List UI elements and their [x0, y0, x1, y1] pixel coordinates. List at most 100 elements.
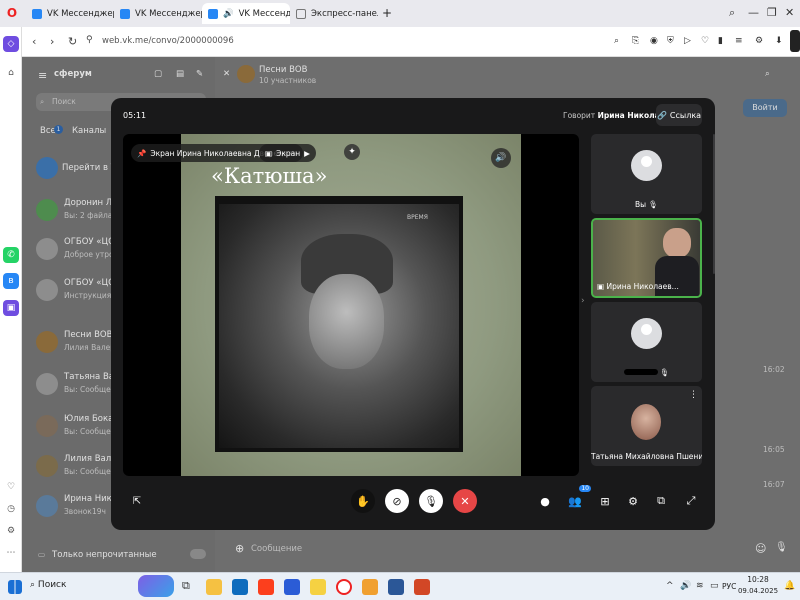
app-icon[interactable]: [362, 579, 378, 595]
yandex-browser-icon[interactable]: [284, 579, 300, 595]
sound-icon[interactable]: 🔊: [491, 148, 511, 168]
clock-date: 09.04.2025: [737, 587, 779, 595]
reload-icon[interactable]: ↻: [68, 35, 77, 48]
avatar: [36, 279, 58, 301]
language-indicator[interactable]: РУС: [722, 582, 736, 591]
screen-share-video[interactable]: «Катюша» ВРЕМЯ 📌 Экран Ирина Николаевна …: [123, 134, 579, 476]
notifications-icon[interactable]: 🔔: [784, 581, 795, 591]
yandex-icon[interactable]: [258, 579, 274, 595]
speaker-icon[interactable]: 🔊: [680, 581, 691, 591]
search-icon[interactable]: ⌕: [765, 69, 770, 79]
participants-button[interactable]: 👥 10: [563, 485, 591, 513]
extensions-icon[interactable]: ⚙: [755, 36, 763, 46]
minimize-call-icon[interactable]: ⇱: [125, 489, 149, 513]
toggle-mic-button[interactable]: 🎙: [419, 489, 443, 513]
unread-only-label: Только непрочитанные: [52, 550, 157, 560]
powerpoint-icon[interactable]: [414, 579, 430, 595]
widgets-icon[interactable]: [138, 575, 174, 597]
chat-button[interactable]: ●: [533, 489, 557, 513]
task-view-icon[interactable]: ⧉: [182, 579, 198, 595]
scrollbar-handle[interactable]: [790, 30, 800, 52]
play-icon[interactable]: ▷: [684, 36, 691, 46]
close-window-icon[interactable]: ✕: [785, 6, 794, 19]
menu-icon[interactable]: ≡: [38, 69, 47, 82]
close-icon[interactable]: ✕: [223, 69, 230, 79]
copy-link-button[interactable]: 🔗 Ссылка: [656, 104, 702, 126]
video-call-icon[interactable]: ▢: [154, 69, 162, 79]
vk-icon[interactable]: в: [3, 273, 19, 289]
forward-icon[interactable]: ›: [50, 35, 54, 48]
raise-hand-button[interactable]: ✋: [351, 489, 375, 513]
participants-scrollbar[interactable]: [713, 134, 715, 274]
menu-icon[interactable]: ≡: [735, 36, 743, 46]
screen-share-icon: ▣: [597, 282, 605, 291]
outlook-icon[interactable]: [232, 579, 248, 595]
emoji-icon[interactable]: ☺: [755, 542, 766, 555]
heart-icon[interactable]: ♡: [3, 479, 19, 495]
effects-icon[interactable]: ✦: [344, 144, 360, 160]
yandex-icon[interactable]: [310, 579, 326, 595]
fullscreen-button[interactable]: ⤢: [679, 489, 703, 513]
unread-only-toggle[interactable]: [190, 549, 206, 559]
screen-pill[interactable]: ▣ Экран ▶: [259, 144, 316, 162]
aria-icon[interactable]: ◇: [3, 36, 19, 52]
share-screen-button[interactable]: ⧉: [649, 489, 673, 513]
history-icon[interactable]: ◷: [3, 501, 19, 517]
participant-tile[interactable]: ⋮ Татьяна Михайловна Пшенина 🎙: [591, 386, 702, 466]
opera-logo-icon[interactable]: O: [4, 5, 20, 21]
more-icon[interactable]: ⋮: [689, 390, 698, 400]
slide-title: «Катюша»: [211, 164, 328, 188]
end-call-button[interactable]: ✕: [453, 489, 477, 513]
windows-start-icon[interactable]: [8, 580, 22, 594]
taskbar-search[interactable]: ⌕ Поиск: [30, 580, 66, 590]
whatsapp-icon[interactable]: ✆: [3, 247, 19, 263]
url-field[interactable]: web.vk.me/convo/2000000096: [102, 36, 234, 46]
toggle-camera-button[interactable]: ⊘: [385, 489, 409, 513]
new-tab-icon[interactable]: +: [382, 6, 392, 20]
layout-button[interactable]: ⊞: [593, 489, 617, 513]
filter-channels[interactable]: Каналы: [72, 126, 106, 136]
site-info-icon[interactable]: ⚲: [86, 35, 93, 45]
watermark: ВРЕМЯ: [407, 214, 428, 221]
settings-icon[interactable]: ⚙: [3, 523, 19, 539]
archive-icon[interactable]: ▤: [176, 69, 184, 79]
messenger-icon[interactable]: ▣: [3, 300, 19, 316]
compose-icon[interactable]: ✎: [196, 69, 203, 79]
opera-icon[interactable]: [336, 579, 352, 595]
participant-tile[interactable]: Вы 🎙: [591, 134, 702, 214]
chevron-right-icon[interactable]: ›: [581, 296, 585, 306]
chat-name[interactable]: Песни ВОВ: [64, 330, 112, 340]
download-icon[interactable]: ⬇: [775, 36, 783, 46]
wifi-icon[interactable]: ≋: [696, 581, 704, 591]
home-icon[interactable]: ⌂: [3, 65, 19, 81]
word-icon[interactable]: [388, 579, 404, 595]
browser-tab-active[interactable]: 🔊 VK Мессенджер: [202, 3, 290, 24]
search-icon[interactable]: ⌕: [614, 36, 619, 46]
back-icon[interactable]: ‹: [32, 35, 36, 48]
microphone-icon[interactable]: 🎙: [775, 542, 788, 553]
unread-badge: 1: [54, 125, 63, 134]
snapshot-icon[interactable]: ⎘: [632, 36, 639, 46]
search-tabs-icon[interactable]: ⌕: [729, 6, 735, 20]
join-button[interactable]: Войти: [743, 99, 787, 117]
clock-time[interactable]: 10:28: [744, 575, 772, 584]
browser-tab[interactable]: VK Мессенджер: [26, 3, 114, 24]
restore-icon[interactable]: ❐: [767, 6, 777, 19]
battery-icon[interactable]: ▭: [710, 581, 719, 591]
add-icon[interactable]: ⊕: [235, 542, 244, 555]
shield-icon[interactable]: ⛨: [667, 36, 674, 46]
more-icon[interactable]: ⋯: [3, 545, 19, 561]
minimize-icon[interactable]: —: [748, 6, 759, 19]
settings-button[interactable]: ⚙: [621, 489, 645, 513]
avatar: [631, 318, 662, 349]
participant-tile-active[interactable]: ▣ Ирина Николаев...: [591, 218, 702, 298]
participant-tile[interactable]: 🎙: [591, 302, 702, 382]
camera-icon[interactable]: ◉: [650, 36, 658, 46]
browser-tab[interactable]: Экспресс-панель: [290, 3, 378, 24]
heart-icon[interactable]: ♡: [701, 36, 709, 46]
browser-tab[interactable]: VK Мессенджер: [114, 3, 202, 24]
bookmark-icon[interactable]: ▮: [718, 36, 723, 46]
tray-chevron-icon[interactable]: ^: [666, 581, 674, 591]
message-input[interactable]: Сообщение: [251, 544, 302, 554]
file-explorer-icon[interactable]: [206, 579, 222, 595]
